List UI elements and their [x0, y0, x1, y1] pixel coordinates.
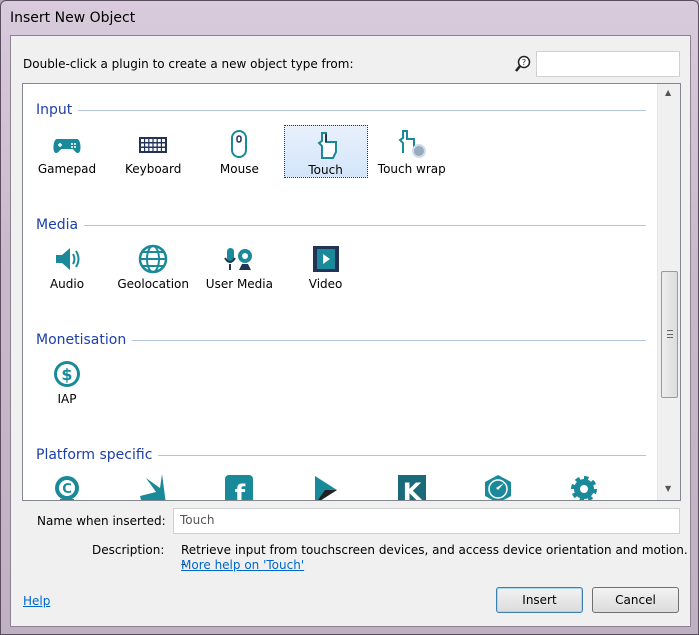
plugin-mouse[interactable]: Mouse — [197, 125, 281, 178]
plugin-label: Gamepad — [37, 162, 97, 176]
plugin-burst[interactable] — [111, 470, 195, 500]
plugin-keyboard[interactable]: Keyboard — [111, 125, 195, 178]
search-help-icon: ? — [515, 55, 531, 72]
plugin-label: Touch — [308, 163, 343, 177]
section-divider — [78, 109, 646, 111]
scroll-up-arrow[interactable]: ▲ — [665, 88, 671, 97]
plugin-list: Kf C $ IAP Video User Media Geolocation Audio To… — [22, 83, 681, 501]
dialog-window: Insert New Object Double-click a plugin … — [0, 0, 699, 635]
touch-wrap-icon — [398, 130, 426, 158]
plugin-globe[interactable]: Geolocation — [111, 240, 195, 293]
plugin-label: IAP — [57, 392, 77, 406]
kongregate-icon: K — [397, 475, 426, 501]
plugin-play[interactable] — [284, 470, 368, 500]
gear-icon — [571, 476, 598, 500]
plugin-label: Mouse — [219, 162, 259, 176]
svg-text:C: C — [62, 482, 72, 497]
svg-text:f: f — [235, 480, 246, 501]
plugin-kongregate[interactable]: K — [370, 470, 454, 501]
plugin-video[interactable]: Video — [284, 240, 368, 293]
section-header-input: Input — [36, 102, 646, 118]
plugin-gear[interactable] — [542, 470, 626, 500]
plugin-dollar[interactable]: $ IAP — [25, 355, 109, 408]
mouse-icon — [231, 130, 248, 158]
svg-text:?: ? — [522, 58, 526, 67]
help-link[interactable]: Help — [23, 594, 50, 608]
cocoonjs-icon: C — [55, 476, 79, 500]
instruction-text: Double-click a plugin to create a new ob… — [23, 57, 354, 71]
plugin-label: Touch wrap — [377, 162, 446, 176]
insert-button[interactable]: Insert — [496, 587, 583, 613]
section-header-monetisation: Monetisation — [36, 332, 646, 348]
more-help-link[interactable]: More help on 'Touch' — [181, 558, 304, 572]
plugin-label: Keyboard — [124, 162, 182, 176]
user-media-icon — [224, 248, 253, 270]
dollar-icon: $ — [54, 361, 80, 387]
touch-icon — [317, 132, 337, 159]
section-title: Media — [36, 217, 79, 233]
keyboard-icon — [139, 137, 168, 153]
name-label: Name when inserted: — [37, 514, 166, 528]
play-icon — [314, 476, 337, 500]
plugin-label: Audio — [49, 277, 85, 291]
scroll-down-arrow[interactable]: ▼ — [665, 484, 671, 493]
plugin-audio[interactable]: Audio — [25, 240, 109, 293]
plugin-label: Geolocation — [117, 277, 189, 291]
cancel-button[interactable]: Cancel — [592, 587, 679, 613]
audio-icon — [56, 248, 80, 270]
svg-text:$: $ — [61, 365, 72, 384]
window-title: Insert New Object — [10, 10, 136, 26]
burst-icon — [140, 474, 166, 500]
scrollbar-thumb[interactable] — [661, 271, 678, 398]
svg-text:K: K — [402, 478, 422, 501]
dialog-body: Double-click a plugin to create a new ob… — [10, 35, 691, 627]
plugin-facebook[interactable]: f — [197, 470, 281, 501]
compass-icon — [485, 475, 511, 500]
plugin-user-media[interactable]: User Media — [197, 240, 281, 293]
facebook-icon: f — [225, 475, 254, 501]
plugin-cocoonjs[interactable]: C — [25, 470, 109, 500]
plugin-gamepad[interactable]: Gamepad — [25, 125, 109, 178]
plugin-touch[interactable]: Touch — [283, 125, 368, 178]
plugin-label: Video — [308, 277, 343, 291]
section-title: Platform specific — [36, 447, 153, 463]
plugin-touch-wrap[interactable]: Touch wrap — [370, 125, 454, 178]
section-divider — [84, 224, 646, 226]
section-title: Input — [36, 102, 73, 118]
section-header-platform-specific: Platform specific — [36, 447, 646, 463]
globe-icon — [138, 244, 168, 274]
section-title: Monetisation — [36, 332, 127, 348]
section-divider — [158, 454, 646, 456]
video-icon — [312, 246, 339, 272]
plugin-label: User Media — [205, 277, 273, 291]
section-header-media: Media — [36, 217, 646, 233]
search-input[interactable] — [536, 51, 680, 77]
gamepad-icon — [53, 139, 81, 153]
section-divider — [132, 339, 646, 341]
name-input[interactable]: Touch — [173, 508, 680, 534]
plugin-compass[interactable] — [456, 470, 540, 500]
vertical-scrollbar[interactable]: ▲ ▼ — [657, 84, 680, 500]
description-label: Description: — [92, 543, 165, 557]
